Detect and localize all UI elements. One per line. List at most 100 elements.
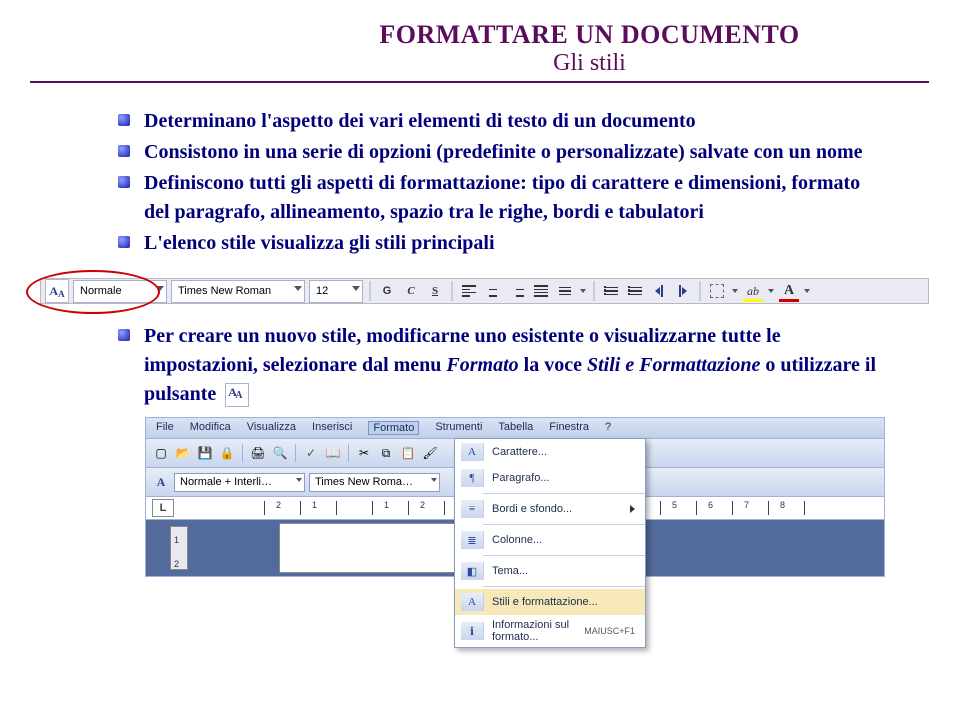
menu-bar: File Modifica Visualizza Inserisci Forma… [145,417,885,439]
text: la voce [519,354,587,376]
menu-label: Colonne... [492,534,635,546]
menu-item-info-formato[interactable]: ℹ Informazioni sul formato... MAIUSC+F1 [455,615,645,647]
formatting-toolbar: AA Normale Times New Roman 12 G C S ab A [40,278,929,304]
ruler-tick: 1 [312,500,317,510]
align-center-button[interactable] [483,281,503,301]
format-painter-icon[interactable]: 🖌 [421,444,439,462]
decrease-indent-button[interactable] [649,281,669,301]
menu-name-formato: Formato [446,354,518,376]
open-icon[interactable]: 📂 [174,444,192,462]
align-right-button[interactable] [507,281,527,301]
align-left-button[interactable] [459,281,479,301]
title-divider [30,81,929,83]
borders-button[interactable] [707,281,727,301]
dropdown-icon[interactable] [803,289,811,293]
columns-icon: ≣ [461,531,484,549]
dropdown-icon[interactable] [731,289,739,293]
size-selector[interactable]: 12 [309,280,363,303]
menu-tabella[interactable]: Tabella [498,421,533,435]
menu-strumenti[interactable]: Strumenti [435,421,482,435]
dropdown-icon[interactable] [579,289,587,293]
tab-type-button[interactable]: L [152,499,174,517]
bullet-item: Determinano l'aspetto dei vari elementi … [118,107,889,136]
menu-item-bordi[interactable]: ≡ Bordi e sfondo... [455,496,645,522]
highlight-button[interactable]: ab [743,281,763,301]
menu-label: Bordi e sfondo... [492,503,622,515]
font-selector[interactable]: Times New Roman [171,280,305,303]
research-icon[interactable]: 📖 [324,444,342,462]
bullet-item: Definiscono tutti gli aspetti di formatt… [118,169,889,227]
dropdown-icon[interactable] [767,289,775,293]
copy-icon[interactable]: ⧉ [377,444,395,462]
menu-label: Stili e formattazione... [492,596,635,608]
font-value: Times New Roman [178,285,271,297]
font-color-button[interactable]: A [779,281,799,301]
style-selector[interactable]: Normale [73,280,167,303]
menu-item-stili-formattazione[interactable]: A Stili e formattazione... [455,589,645,615]
cut-icon[interactable]: ✂ [355,444,373,462]
bottom-bullet-list: Per creare un nuovo stile, modificarne u… [78,322,889,409]
menu-label: Tema... [492,565,635,577]
style-value: Normale [80,285,122,297]
ruler-tick: 6 [708,500,713,510]
italic-button[interactable]: C [401,281,421,301]
spellcheck-icon[interactable]: ✓ [302,444,320,462]
bullet-item: Consistono in una serie di opzioni (pred… [118,138,889,167]
font-selector[interactable]: Times New Roma… [309,473,440,492]
new-doc-icon[interactable]: ▢ [152,444,170,462]
bullet-item: L'elenco stile visualizza gli stili prin… [118,229,889,258]
menu-item-paragrafo[interactable]: ¶ Paragrafo... [455,465,645,491]
ruler-tick: 8 [780,500,785,510]
page-title: FORMATTARE UN DOCUMENTO [250,20,929,50]
ruler-tick: 1 [384,500,389,510]
theme-icon: ◧ [461,562,484,580]
bold-button[interactable]: G [377,281,397,301]
menu-modifica[interactable]: Modifica [190,421,231,435]
styles-pane-button[interactable]: AA [45,279,69,303]
style-selector[interactable]: Normale + Interli… [174,473,305,492]
align-justify-button[interactable] [531,281,551,301]
styles-icon: A [461,593,484,611]
menu-item-carattere[interactable]: A Carattere... [455,439,645,465]
underline-button[interactable]: S [425,281,445,301]
paragraph-icon: ¶ [461,469,484,487]
ruler-tick: 1 [174,535,179,545]
menu-finestra[interactable]: Finestra [549,421,589,435]
character-icon: A [461,443,484,461]
menu-formato[interactable]: Formato [368,421,419,435]
bullet-item: Per creare un nuovo stile, modificarne u… [118,322,889,409]
preview-icon[interactable]: 🔍 [271,444,289,462]
permission-icon[interactable]: 🔒 [218,444,236,462]
menu-item-name: Stili e Formattazione [587,354,760,376]
ruler-tick: 5 [672,500,677,510]
info-icon: ℹ [461,622,484,640]
ruler-tick: 2 [276,500,281,510]
size-value: 12 [316,285,328,297]
styles-pane-icon [225,383,249,407]
bulleted-list-button[interactable] [625,281,645,301]
menu-shortcut: MAIUSC+F1 [584,626,635,636]
style-value: Normale + Interli… [180,476,272,488]
menu-item-colonne[interactable]: ≣ Colonne... [455,527,645,553]
font-value: Times New Roma… [315,476,413,488]
borders-icon: ≡ [461,500,484,518]
menu-label: Carattere... [492,446,635,458]
formato-dropdown-menu: A Carattere... ¶ Paragrafo... ≡ Bordi e … [454,438,646,648]
save-icon[interactable]: 💾 [196,444,214,462]
ruler-tick: 2 [174,559,179,569]
menu-item-tema[interactable]: ◧ Tema... [455,558,645,584]
styles-pane-button[interactable]: A [152,473,170,491]
menu-inserisci[interactable]: Inserisci [312,421,352,435]
menu-file[interactable]: File [156,421,174,435]
numbered-list-button[interactable] [601,281,621,301]
print-icon[interactable]: 🖨 [249,444,267,462]
ruler-tick: 2 [420,500,425,510]
paste-icon[interactable]: 📋 [399,444,417,462]
increase-indent-button[interactable] [673,281,693,301]
menu-visualizza[interactable]: Visualizza [247,421,296,435]
ruler-tick: 7 [744,500,749,510]
menu-help[interactable]: ? [605,421,611,435]
line-spacing-button[interactable] [555,281,575,301]
vertical-ruler: 1 2 [170,526,188,570]
menu-label: Informazioni sul formato... [492,619,576,643]
